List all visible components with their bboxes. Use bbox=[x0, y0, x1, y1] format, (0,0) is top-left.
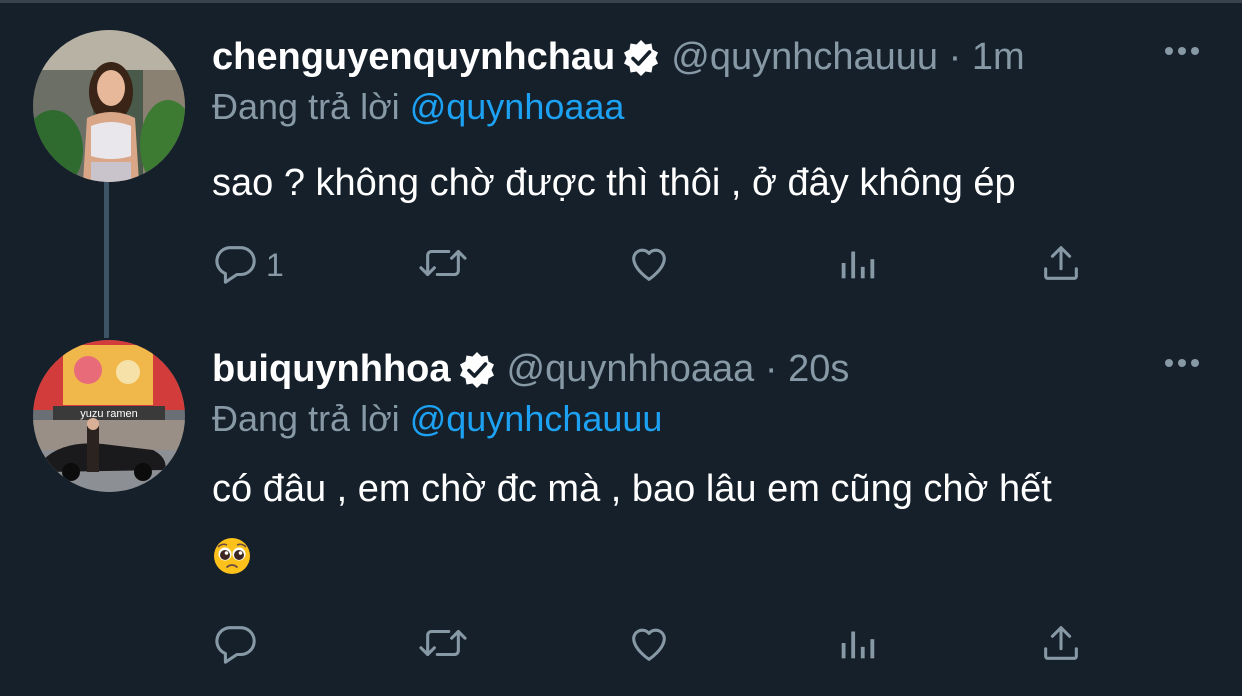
retweet-button[interactable] bbox=[416, 620, 470, 670]
verified-badge-icon bbox=[621, 38, 661, 78]
reply-button[interactable] bbox=[212, 620, 266, 670]
avatar[interactable]: yuzu ramen bbox=[33, 340, 185, 492]
timestamp[interactable]: 1m bbox=[972, 36, 1025, 79]
reply-icon bbox=[212, 620, 258, 671]
tweet-text: có đâu , em chờ đc mà , bao lâu em cũng … bbox=[212, 468, 1052, 510]
share-button[interactable] bbox=[1038, 620, 1084, 670]
reply-icon bbox=[212, 240, 258, 291]
display-name[interactable]: chenguyenquynhchau bbox=[212, 36, 615, 79]
avatar[interactable] bbox=[33, 30, 185, 182]
handle[interactable]: @quynhchauuu bbox=[671, 36, 938, 79]
more-options-icon[interactable] bbox=[1164, 44, 1200, 63]
dot-separator: · bbox=[938, 36, 972, 78]
replying-to: Đang trả lời @quynhoaaa bbox=[212, 86, 624, 128]
like-button[interactable] bbox=[626, 620, 672, 670]
retweet-icon bbox=[416, 240, 470, 291]
like-button[interactable] bbox=[626, 240, 672, 290]
dot-separator: · bbox=[754, 348, 789, 390]
action-bar bbox=[212, 620, 1112, 670]
tweet-text: sao ? không chờ được thì thôi , ở đây kh… bbox=[212, 162, 1016, 204]
reply-button[interactable]: 1 bbox=[212, 240, 284, 290]
tweet-header: buiquynhhoa @quynhhoaaa · 20s bbox=[212, 348, 849, 391]
heart-icon bbox=[626, 240, 672, 291]
share-button[interactable] bbox=[1038, 240, 1084, 290]
display-name[interactable]: buiquynhhoa bbox=[212, 348, 451, 391]
timestamp[interactable]: 20s bbox=[788, 348, 849, 391]
action-bar: 1 bbox=[212, 240, 1112, 290]
retweet-button[interactable] bbox=[416, 240, 470, 290]
tweet[interactable]: yuzu ramen buiquynhhoa @quynhhoaaa · 20s… bbox=[0, 340, 1242, 696]
heart-icon bbox=[626, 620, 672, 671]
analytics-icon bbox=[834, 620, 880, 671]
retweet-icon bbox=[416, 620, 470, 671]
share-icon bbox=[1038, 620, 1084, 671]
pleading-face-icon bbox=[212, 536, 252, 581]
handle[interactable]: @quynhhoaaa bbox=[507, 348, 755, 391]
reply-count: 1 bbox=[266, 246, 284, 283]
tweet-header: chenguyenquynhchau @quynhchauuu · 1m bbox=[212, 36, 1025, 79]
share-icon bbox=[1038, 240, 1084, 291]
analytics-button[interactable] bbox=[834, 240, 880, 290]
analytics-button[interactable] bbox=[834, 620, 880, 670]
analytics-icon bbox=[834, 240, 880, 291]
mention-link[interactable]: @quynhchauuu bbox=[410, 398, 663, 439]
avatar-sign-text: yuzu ramen bbox=[80, 408, 137, 420]
replying-to: Đang trả lời @quynhchauuu bbox=[212, 398, 662, 440]
replying-to-prefix: Đang trả lời bbox=[212, 398, 400, 439]
verified-badge-icon bbox=[457, 350, 497, 390]
mention-link[interactable]: @quynhoaaa bbox=[410, 86, 625, 127]
replying-to-prefix: Đang trả lời bbox=[212, 86, 400, 127]
more-options-icon[interactable] bbox=[1164, 356, 1200, 375]
tweet[interactable]: chenguyenquynhchau @quynhchauuu · 1m Đan… bbox=[0, 0, 1242, 340]
